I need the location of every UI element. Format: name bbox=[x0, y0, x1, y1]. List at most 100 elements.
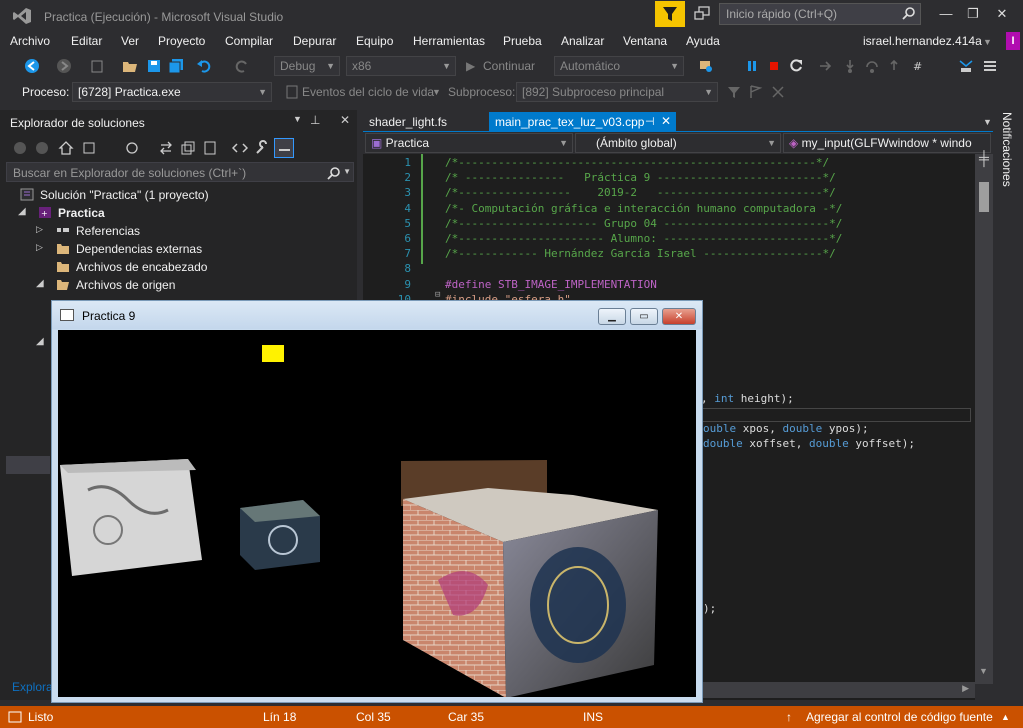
save-icon[interactable] bbox=[146, 58, 162, 74]
process-select[interactable]: [6728] Practica.exe ▼ bbox=[72, 82, 272, 102]
clear-flags-icon[interactable] bbox=[770, 84, 786, 100]
panel-options-icon[interactable]: ▼ bbox=[293, 114, 302, 124]
menu-archivo[interactable]: Archivo bbox=[10, 34, 50, 48]
collapsed-arrow-icon[interactable]: ▷ bbox=[36, 242, 43, 253]
properties-wrench-icon[interactable] bbox=[254, 140, 270, 156]
diagnostic-tools-icon[interactable] bbox=[698, 58, 714, 74]
open-folder-icon[interactable] bbox=[122, 58, 138, 74]
notifications-tab[interactable]: Notificaciones bbox=[1000, 112, 1014, 187]
pin-icon[interactable]: ⊥ bbox=[310, 113, 320, 127]
close-icon[interactable]: ✕ bbox=[994, 6, 1010, 22]
tree-item-referencias[interactable]: ▷ Referencias bbox=[36, 222, 346, 240]
view-code-icon[interactable] bbox=[232, 140, 248, 156]
maximize-icon[interactable]: ▭ bbox=[630, 308, 658, 325]
tree-item-origen[interactable]: ◢ Archivos de origen bbox=[36, 276, 346, 294]
continue-mode-select[interactable]: Automático ▼ bbox=[554, 56, 684, 76]
minimize-icon[interactable]: ▁ bbox=[598, 308, 626, 325]
expanded-arrow-icon[interactable]: ◢ bbox=[36, 278, 44, 289]
menu-proyecto[interactable]: Proyecto bbox=[158, 34, 205, 48]
menu-editar[interactable]: Editar bbox=[71, 34, 102, 48]
flag-threads-icon[interactable] bbox=[748, 84, 764, 100]
stop-icon[interactable] bbox=[766, 58, 782, 74]
expanded-arrow-icon[interactable]: ◢ bbox=[36, 336, 44, 347]
solution-explorer-search-input[interactable]: Buscar en Explorador de soluciones (Ctrl… bbox=[6, 162, 354, 182]
scroll-down-icon[interactable]: ▼ bbox=[979, 666, 988, 676]
continue-play-icon[interactable]: ▶ bbox=[466, 59, 475, 73]
user-avatar[interactable]: I bbox=[1006, 32, 1020, 50]
selected-tree-row[interactable] bbox=[6, 456, 50, 474]
split-editor-icon[interactable]: ╪ bbox=[975, 150, 993, 166]
tab-shader-light[interactable]: shader_light.fs bbox=[363, 112, 485, 132]
practica-window-titlebar[interactable]: Practica 9 ▁ ▭ ✕ bbox=[52, 301, 702, 329]
menu-depurar[interactable]: Depurar bbox=[293, 34, 336, 48]
tree-project[interactable]: ◢ + Practica bbox=[18, 204, 348, 222]
menu-ventana[interactable]: Ventana bbox=[623, 34, 667, 48]
thread-icon[interactable] bbox=[958, 58, 974, 74]
tree-item-dependencias[interactable]: ▷ Dependencias externas bbox=[36, 240, 346, 258]
member-nav-select[interactable]: ◈ my_input(GLFWwindow * windo bbox=[783, 133, 991, 153]
switch-views-icon[interactable] bbox=[82, 140, 98, 156]
source-control-dropdown-icon[interactable]: ▲ bbox=[1001, 712, 1010, 722]
step-over-icon[interactable] bbox=[864, 58, 880, 74]
menu-compilar[interactable]: Compilar bbox=[225, 34, 273, 48]
thread-select[interactable]: [892] Subproceso principal ▼ bbox=[516, 82, 718, 102]
home-icon[interactable] bbox=[58, 140, 74, 156]
forward-icon[interactable] bbox=[56, 58, 72, 74]
editor-horizontal-scrollbar[interactable]: ▶ bbox=[700, 682, 975, 698]
breakpoint-layout-icon[interactable] bbox=[982, 58, 998, 74]
add-to-source-control-button[interactable]: Agregar al control de código fuente bbox=[806, 710, 993, 724]
source-control-up-icon[interactable]: ↑ bbox=[786, 710, 792, 724]
tree-solution[interactable]: Solución "Practica" (1 proyecto) bbox=[20, 186, 350, 204]
filter-threads-icon[interactable] bbox=[726, 84, 742, 100]
pause-icon[interactable] bbox=[744, 58, 760, 74]
hex-display-icon[interactable]: # bbox=[912, 58, 928, 74]
save-all-icon[interactable] bbox=[168, 58, 184, 74]
menu-ayuda[interactable]: Ayuda bbox=[686, 34, 720, 48]
back-icon[interactable] bbox=[12, 140, 28, 156]
minimize-icon[interactable]: — bbox=[938, 6, 954, 22]
pending-changes-filter-icon[interactable] bbox=[124, 140, 140, 156]
practica-window[interactable]: Practica 9 ▁ ▭ ✕ bbox=[51, 300, 703, 703]
step-into-icon[interactable] bbox=[842, 58, 858, 74]
menu-ver[interactable]: Ver bbox=[121, 34, 139, 48]
solution-platform-select[interactable]: x86 ▼ bbox=[346, 56, 456, 76]
menu-equipo[interactable]: Equipo bbox=[356, 34, 393, 48]
show-next-statement-icon[interactable] bbox=[818, 58, 834, 74]
restart-icon[interactable] bbox=[788, 58, 804, 74]
tree-item-encabezado[interactable]: Archivos de encabezado bbox=[36, 258, 346, 276]
feedback-filter-button[interactable] bbox=[655, 1, 685, 27]
collapsed-arrow-icon[interactable]: ▷ bbox=[36, 224, 43, 235]
menu-herramientas[interactable]: Herramientas bbox=[413, 34, 485, 48]
user-dropdown-icon[interactable]: ▼ bbox=[983, 37, 992, 47]
back-icon[interactable] bbox=[24, 58, 40, 74]
new-project-icon[interactable] bbox=[90, 58, 106, 74]
redo-icon[interactable] bbox=[234, 58, 250, 74]
chevron-down-icon[interactable]: ▼ bbox=[432, 87, 441, 97]
opengl-render-canvas[interactable] bbox=[58, 330, 696, 698]
continue-button[interactable]: Continuar bbox=[483, 59, 535, 73]
restore-icon[interactable]: ❐ bbox=[965, 6, 981, 22]
lifecycle-events-button[interactable]: Eventos del ciclo de vida bbox=[302, 85, 434, 99]
undo-icon[interactable] bbox=[196, 58, 212, 74]
quick-launch-input[interactable]: Inicio rápido (Ctrl+Q) bbox=[719, 3, 921, 25]
scope-nav-select[interactable]: (Ámbito global) ▼ bbox=[575, 133, 781, 153]
project-nav-select[interactable]: ▣ Practica ▼ bbox=[365, 133, 573, 153]
close-panel-icon[interactable]: ✕ bbox=[340, 113, 350, 127]
menu-analizar[interactable]: Analizar bbox=[561, 34, 604, 48]
show-all-files-icon[interactable] bbox=[202, 140, 218, 156]
collapse-region-icon[interactable]: ⊟ bbox=[435, 290, 440, 300]
expanded-arrow-icon[interactable]: ◢ bbox=[18, 206, 26, 217]
solution-configuration-select[interactable]: Debug ▼ bbox=[274, 56, 340, 76]
close-icon[interactable]: ✕ bbox=[662, 308, 696, 325]
editor-vertical-scrollbar[interactable]: ▼ bbox=[975, 154, 993, 684]
scroll-right-icon[interactable]: ▶ bbox=[962, 683, 969, 694]
feedback-icon[interactable] bbox=[694, 6, 712, 22]
collapse-all-icon[interactable] bbox=[180, 140, 196, 156]
tab-list-dropdown-icon[interactable]: ▼ bbox=[983, 117, 992, 127]
sync-icon[interactable] bbox=[158, 140, 174, 156]
tab-main-cpp[interactable]: main_prac_tex_luz_v03.cpp ⊣ ✕ bbox=[489, 112, 676, 132]
preview-selected-items-button[interactable] bbox=[274, 138, 294, 158]
menu-prueba[interactable]: Prueba bbox=[503, 34, 542, 48]
forward-icon[interactable] bbox=[34, 140, 50, 156]
close-tab-icon[interactable]: ✕ bbox=[661, 114, 671, 128]
